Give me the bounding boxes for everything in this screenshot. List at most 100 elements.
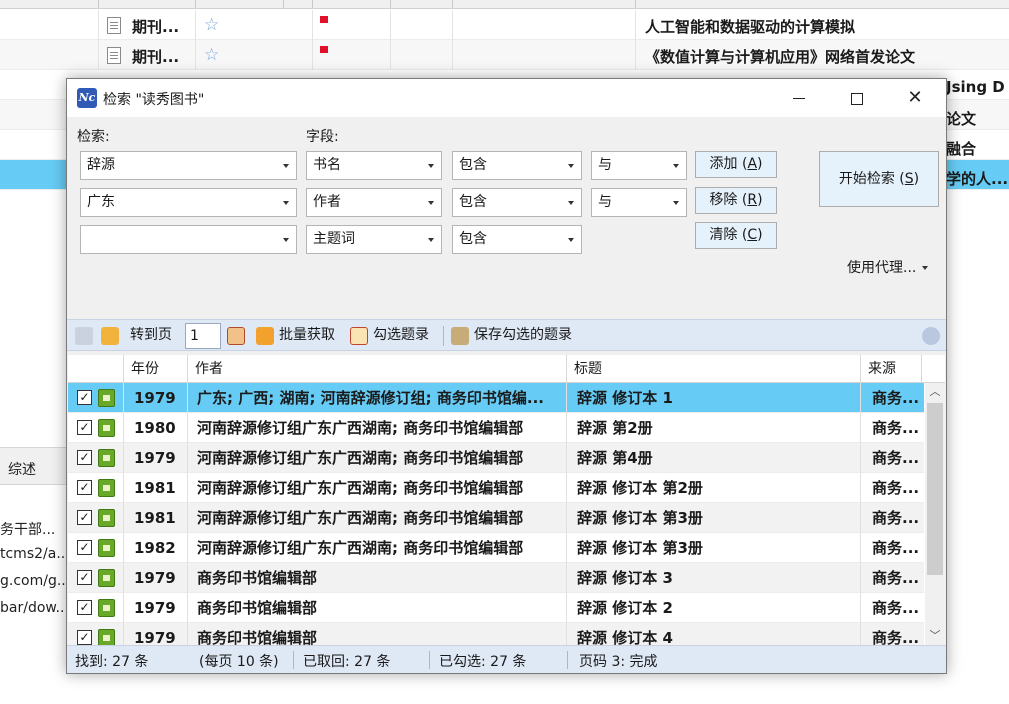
logic-combo-2[interactable]: 与 bbox=[591, 188, 687, 217]
results-toolbar: 转到页 1 批量获取 勾选题录 保存勾选的题录 bbox=[67, 319, 946, 351]
clear-criteria-button[interactable]: 清除 (C) bbox=[695, 222, 777, 249]
row-checkbox[interactable]: ✓ bbox=[77, 600, 92, 615]
search-term-combo-1[interactable]: 辞源 bbox=[80, 151, 297, 180]
next-page-icon[interactable] bbox=[227, 327, 245, 345]
cell-source: 商务... bbox=[872, 509, 920, 527]
button-label: 开始检索 bbox=[838, 171, 895, 187]
use-proxy-menu[interactable]: 使用代理... bbox=[847, 257, 929, 277]
row-checkbox[interactable]: ✓ bbox=[77, 420, 92, 435]
result-row[interactable]: ✓ 1981 河南辞源修订组广东广西湖南; 商务印书馆编辑部 辞源 修订本 第3册 商务… bbox=[68, 503, 924, 533]
book-icon bbox=[98, 389, 115, 407]
cell-year: 1979 bbox=[134, 629, 176, 645]
cell-title: 辞源 修订本 3 bbox=[577, 569, 673, 587]
row-checkbox[interactable]: ✓ bbox=[77, 390, 92, 405]
minimize-icon bbox=[793, 98, 805, 99]
scroll-up-icon[interactable]: ︿ bbox=[925, 383, 945, 401]
scroll-down-icon[interactable]: ﹀ bbox=[925, 627, 945, 645]
clear-filter-icon[interactable] bbox=[922, 327, 940, 345]
cell-title: 辞源 第2册 bbox=[577, 419, 653, 437]
maximize-button[interactable] bbox=[828, 79, 886, 117]
cell-author: 商务印书馆编辑部 bbox=[197, 629, 318, 645]
row-checkbox[interactable]: ✓ bbox=[77, 630, 92, 645]
remove-criterion-button[interactable]: 移除 (R) bbox=[695, 187, 777, 214]
row-checkbox[interactable]: ✓ bbox=[77, 540, 92, 555]
check-records-button[interactable]: 勾选题录 bbox=[373, 320, 429, 352]
background-title-snippet: 融合 bbox=[946, 140, 977, 158]
title-bar[interactable]: Nc 检索 "读秀图书" ✕ bbox=[67, 79, 946, 117]
chevron-down-icon bbox=[673, 164, 679, 168]
column-header-year[interactable]: 年份 bbox=[123, 355, 187, 383]
shortcut-key: R bbox=[747, 192, 758, 208]
close-button[interactable]: ✕ bbox=[886, 79, 944, 117]
cell-source: 商务... bbox=[872, 389, 920, 407]
result-row-selected[interactable]: ✓ 1979 广东; 广西; 湖南; 河南辞源修订组; 商务印书馆编... 辞源 修订… bbox=[68, 383, 924, 413]
cell-author: 河南辞源修订组广东广西湖南; 商务印书馆编辑部 bbox=[197, 419, 524, 437]
batch-fetch-button[interactable]: 批量获取 bbox=[279, 320, 335, 352]
goto-page-label[interactable]: 转到页 bbox=[130, 320, 172, 352]
cell-source: 商务... bbox=[872, 479, 920, 497]
cell-title: 辞源 修订本 第3册 bbox=[577, 539, 703, 557]
operator-combo-2[interactable]: 包含 bbox=[452, 188, 582, 217]
operator-combo-3[interactable]: 包含 bbox=[452, 225, 582, 254]
operator-combo-1[interactable]: 包含 bbox=[452, 151, 582, 180]
chevron-down-icon bbox=[922, 266, 929, 270]
result-row[interactable]: ✓ 1979 商务印书馆编辑部 辞源 修订本 3 商务... bbox=[68, 563, 924, 593]
attachment-flag-icon bbox=[320, 46, 328, 53]
search-term-combo-3[interactable] bbox=[80, 225, 297, 254]
field-combo-3[interactable]: 主题词 bbox=[306, 225, 442, 254]
minimize-button[interactable] bbox=[770, 79, 828, 117]
row-checkbox[interactable]: ✓ bbox=[77, 570, 92, 585]
column-header-title[interactable]: 标题 bbox=[566, 355, 860, 383]
search-term-combo-2[interactable]: 广东 bbox=[80, 188, 297, 217]
row-checkbox[interactable]: ✓ bbox=[77, 480, 92, 495]
dialog-title: 检索 "读秀图书" bbox=[103, 92, 205, 108]
add-criterion-button[interactable]: 添加 (A) bbox=[695, 151, 777, 178]
logic-combo-1[interactable]: 与 bbox=[591, 151, 687, 180]
background-list-item[interactable]: 务干部... bbox=[0, 519, 55, 539]
column-header-author[interactable]: 作者 bbox=[187, 355, 564, 383]
chevron-down-icon bbox=[428, 164, 434, 168]
goto-page-icon[interactable] bbox=[101, 327, 119, 345]
background-title-snippet: Jsing D bbox=[946, 78, 1005, 96]
page-number-input[interactable]: 1 bbox=[185, 323, 221, 349]
result-row[interactable]: ✓ 1982 河南辞源修订组广东广西湖南; 商务印书馆编辑部 辞源 修订本 第3册 商务… bbox=[68, 533, 924, 563]
book-icon bbox=[98, 449, 115, 467]
chevron-down-icon bbox=[283, 201, 289, 205]
cell-year: 1979 bbox=[134, 569, 176, 587]
book-icon bbox=[98, 509, 115, 527]
save-checked-records-button[interactable]: 保存勾选的题录 bbox=[474, 320, 572, 352]
cell-source: 商务... bbox=[872, 419, 920, 437]
background-list-item[interactable]: g.com/g... bbox=[0, 573, 70, 589]
cell-author: 商务印书馆编辑部 bbox=[197, 599, 318, 617]
row-checkbox[interactable]: ✓ bbox=[77, 510, 92, 525]
save-records-icon[interactable] bbox=[451, 327, 469, 345]
column-header-source[interactable]: 来源 bbox=[860, 355, 920, 383]
background-title-snippet: 论文 bbox=[946, 110, 977, 128]
combo-value: 包含 bbox=[459, 194, 487, 210]
book-icon bbox=[98, 539, 115, 557]
tab-overview[interactable]: 综述 bbox=[8, 459, 36, 479]
background-list-item[interactable]: bar/dow... bbox=[0, 600, 69, 616]
star-icon[interactable]: ☆ bbox=[204, 45, 219, 65]
row-checkbox[interactable]: ✓ bbox=[77, 450, 92, 465]
combo-value: 包含 bbox=[459, 157, 487, 173]
previous-page-icon[interactable] bbox=[75, 327, 93, 345]
field-combo-2[interactable]: 作者 bbox=[306, 188, 442, 217]
result-row[interactable]: ✓ 1979 商务印书馆编辑部 辞源 修订本 4 商务... bbox=[68, 623, 924, 645]
result-row[interactable]: ✓ 1980 河南辞源修订组广东广西湖南; 商务印书馆编辑部 辞源 第2册 商务... bbox=[68, 413, 924, 443]
background-list-item[interactable]: tcms2/a... bbox=[0, 546, 70, 562]
start-search-button[interactable]: 开始检索 (S) bbox=[819, 151, 939, 207]
vertical-scrollbar[interactable]: ︿ ﹀ bbox=[925, 383, 945, 645]
scroll-thumb[interactable] bbox=[927, 403, 943, 575]
result-row[interactable]: ✓ 1979 商务印书馆编辑部 辞源 修订本 2 商务... bbox=[68, 593, 924, 623]
background-row[interactable]: 期刊... ☆ 人工智能和数据驱动的计算模拟 bbox=[0, 10, 1009, 40]
background-row[interactable]: 期刊... ☆ 《数值计算与计算机应用》网络首发论文 bbox=[0, 40, 1009, 70]
result-row[interactable]: ✓ 1979 河南辞源修订组广东广西湖南; 商务印书馆编辑部 辞源 第4册 商务... bbox=[68, 443, 924, 473]
cell-year: 1980 bbox=[134, 419, 176, 437]
result-row[interactable]: ✓ 1981 河南辞源修订组广东广西湖南; 商务印书馆编辑部 辞源 修订本 第2册 商务… bbox=[68, 473, 924, 503]
star-icon[interactable]: ☆ bbox=[204, 15, 219, 35]
batch-fetch-icon[interactable] bbox=[256, 327, 274, 345]
check-records-icon[interactable] bbox=[350, 327, 368, 345]
background-column-header bbox=[0, 0, 1009, 9]
field-combo-1[interactable]: 书名 bbox=[306, 151, 442, 180]
